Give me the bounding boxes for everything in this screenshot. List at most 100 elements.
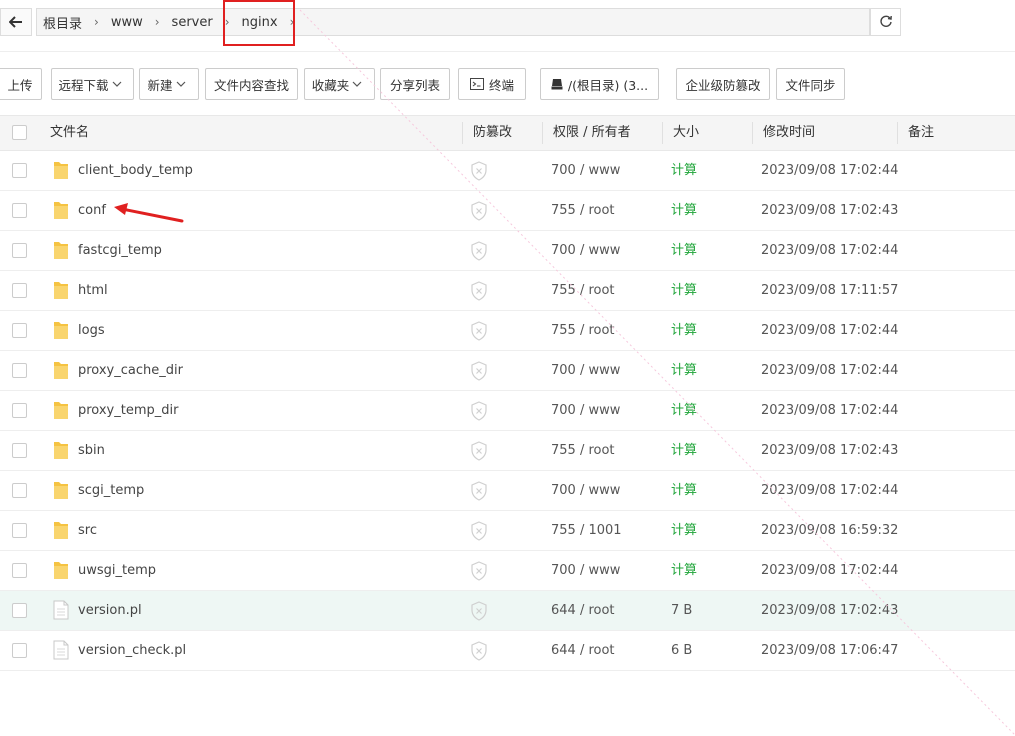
upload-button[interactable]: 上传 — [0, 68, 42, 100]
header-permission[interactable]: 权限 / 所有者 — [553, 116, 631, 150]
permission-owner[interactable]: 700 / www — [551, 231, 620, 270]
shield-icon[interactable] — [470, 521, 488, 545]
permission-owner[interactable]: 700 / www — [551, 471, 620, 510]
table-row[interactable]: scgi_temp 700 / www 计算 2023/09/08 17:02:44 — [0, 471, 1015, 511]
share-list-button[interactable]: 分享列表 — [380, 68, 450, 100]
table-row[interactable]: logs 755 / root 计算 2023/09/08 17:02:44 — [0, 311, 1015, 351]
shield-icon[interactable] — [470, 641, 488, 665]
calculate-size-link[interactable]: 计算 — [671, 271, 697, 310]
terminal-button[interactable]: 终端 — [458, 68, 526, 100]
row-checkbox[interactable] — [12, 643, 27, 658]
refresh-button[interactable] — [870, 8, 901, 36]
permission-owner[interactable]: 644 / root — [551, 591, 615, 630]
file-name[interactable]: logs — [78, 311, 105, 350]
crumb-nginx[interactable]: nginx — [242, 15, 278, 30]
row-checkbox[interactable] — [12, 283, 27, 298]
file-size: 6 B — [671, 643, 693, 658]
permission-owner[interactable]: 700 / www — [551, 151, 620, 190]
calculate-size-link[interactable]: 计算 — [671, 391, 697, 430]
table-row[interactable]: fastcgi_temp 700 / www 计算 2023/09/08 17:02:… — [0, 231, 1015, 271]
row-checkbox[interactable] — [12, 163, 27, 178]
file-name[interactable]: proxy_cache_dir — [78, 351, 183, 390]
select-all-checkbox[interactable] — [12, 125, 27, 140]
calculate-size-link[interactable]: 计算 — [671, 351, 697, 390]
table-row[interactable]: src 755 / 1001 计算 2023/09/08 16:59:32 — [0, 511, 1015, 551]
file-name[interactable]: src — [78, 511, 97, 550]
shield-icon[interactable] — [470, 281, 488, 305]
file-name[interactable]: version.pl — [78, 591, 142, 630]
calculate-size-link[interactable]: 计算 — [671, 151, 697, 190]
row-checkbox[interactable] — [12, 403, 27, 418]
permission-owner[interactable]: 755 / root — [551, 271, 615, 310]
row-checkbox[interactable] — [12, 243, 27, 258]
table-row[interactable]: html 755 / root 计算 2023/09/08 17:11:57 — [0, 271, 1015, 311]
table-row[interactable]: proxy_cache_dir 700 / www 计算 2023/09/08 17:… — [0, 351, 1015, 391]
row-checkbox[interactable] — [12, 203, 27, 218]
favorites-button[interactable]: 收藏夹 — [304, 68, 375, 100]
file-name[interactable]: version_check.pl — [78, 631, 186, 670]
calculate-size-link[interactable]: 计算 — [671, 471, 697, 510]
row-checkbox[interactable] — [12, 363, 27, 378]
row-checkbox[interactable] — [12, 523, 27, 538]
header-mtime[interactable]: 修改时间 — [763, 116, 815, 150]
header-size[interactable]: 大小 — [673, 116, 699, 150]
chevron-right-icon[interactable]: › — [290, 15, 295, 29]
file-name[interactable]: sbin — [78, 431, 105, 470]
shield-icon[interactable] — [470, 201, 488, 225]
table-row[interactable]: conf 755 / root 计算 2023/09/08 17:02:43 — [0, 191, 1015, 231]
calculate-size-link[interactable]: 计算 — [671, 431, 697, 470]
row-checkbox[interactable] — [12, 563, 27, 578]
permission-owner[interactable]: 700 / www — [551, 351, 620, 390]
crumb-www[interactable]: www — [111, 15, 143, 30]
row-checkbox[interactable] — [12, 483, 27, 498]
permission-owner[interactable]: 644 / root — [551, 631, 615, 670]
file-name[interactable]: proxy_temp_dir — [78, 391, 178, 430]
file-name[interactable]: client_body_temp — [78, 151, 193, 190]
remote-download-button[interactable]: 远程下载 — [51, 68, 134, 100]
crumb-server[interactable]: server — [172, 15, 213, 30]
row-checkbox[interactable] — [12, 443, 27, 458]
file-name[interactable]: scgi_temp — [78, 471, 144, 510]
file-name[interactable]: uwsgi_temp — [78, 551, 156, 590]
tamper-proof-button[interactable]: 企业级防篡改 — [676, 68, 770, 100]
crumb-root[interactable]: 根目录 — [43, 13, 82, 32]
shield-icon[interactable] — [470, 401, 488, 425]
calculate-size-link[interactable]: 计算 — [671, 551, 697, 590]
shield-icon[interactable] — [470, 601, 488, 625]
calculate-size-link[interactable]: 计算 — [671, 231, 697, 270]
shield-icon[interactable] — [470, 361, 488, 385]
calculate-size-link[interactable]: 计算 — [671, 191, 697, 230]
permission-owner[interactable]: 700 / www — [551, 391, 620, 430]
file-sync-button[interactable]: 文件同步 — [776, 68, 845, 100]
shield-icon[interactable] — [470, 321, 488, 345]
permission-owner[interactable]: 755 / 1001 — [551, 511, 622, 550]
file-name[interactable]: html — [78, 271, 108, 310]
file-name[interactable]: conf — [78, 191, 106, 230]
shield-icon[interactable] — [470, 441, 488, 465]
content-search-button[interactable]: 文件内容查找 — [205, 68, 298, 100]
table-row[interactable]: uwsgi_temp 700 / www 计算 2023/09/08 17:02:44 — [0, 551, 1015, 591]
header-filename[interactable]: 文件名 — [50, 116, 89, 150]
column-divider — [752, 122, 753, 144]
permission-owner[interactable]: 700 / www — [551, 551, 620, 590]
row-checkbox[interactable] — [12, 603, 27, 618]
calculate-size-link[interactable]: 计算 — [671, 511, 697, 550]
permission-owner[interactable]: 755 / root — [551, 191, 615, 230]
permission-owner[interactable]: 755 / root — [551, 431, 615, 470]
table-row[interactable]: client_body_temp 700 / www 计算 2023/09/08 17… — [0, 151, 1015, 191]
new-button[interactable]: 新建 — [139, 68, 199, 100]
calculate-size-link[interactable]: 计算 — [671, 311, 697, 350]
table-row[interactable]: proxy_temp_dir 700 / www 计算 2023/09/08 17:0… — [0, 391, 1015, 431]
file-name[interactable]: fastcgi_temp — [78, 231, 162, 270]
shield-icon[interactable] — [470, 241, 488, 265]
permission-owner[interactable]: 755 / root — [551, 311, 615, 350]
back-button[interactable] — [0, 8, 32, 36]
disk-button[interactable]: /(根目录) (3... — [540, 68, 659, 100]
shield-icon[interactable] — [470, 161, 488, 185]
row-checkbox[interactable] — [12, 323, 27, 338]
table-row[interactable]: sbin 755 / root 计算 2023/09/08 17:02:43 — [0, 431, 1015, 471]
shield-icon[interactable] — [470, 481, 488, 505]
shield-icon[interactable] — [470, 561, 488, 585]
table-row[interactable]: version_check.pl 644 / root 6 B 2023/09/08 … — [0, 631, 1015, 671]
table-row[interactable]: version.pl 644 / root 7 B 2023/09/08 17:02:… — [0, 591, 1015, 631]
